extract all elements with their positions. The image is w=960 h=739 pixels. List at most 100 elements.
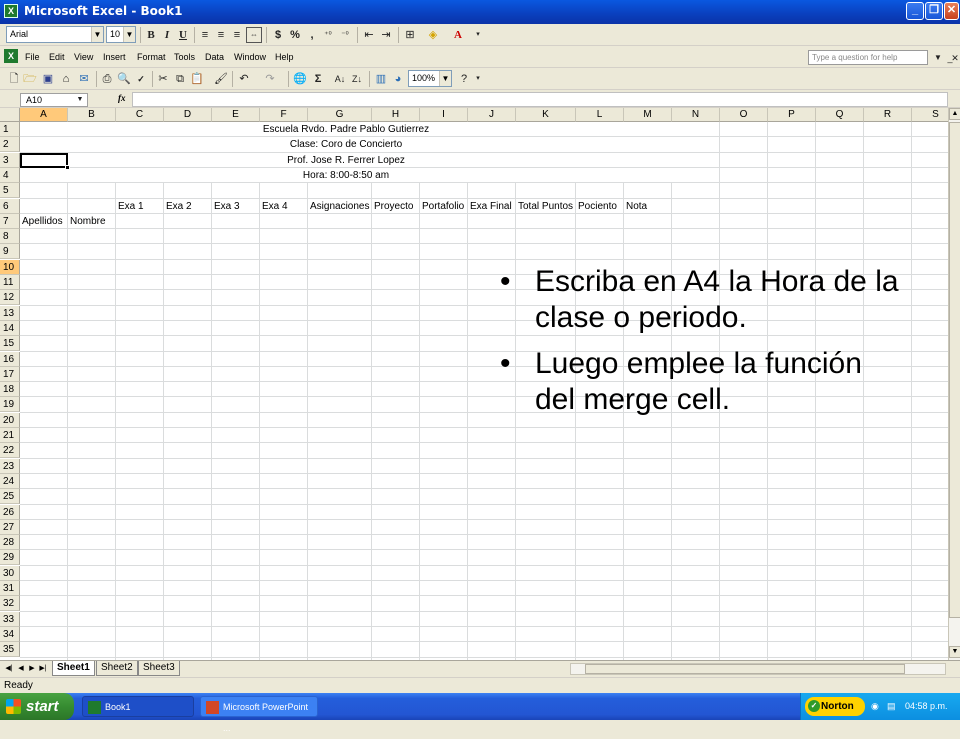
undo-icon[interactable]: ↶	[236, 71, 252, 87]
row-header-15[interactable]: 15	[0, 336, 20, 352]
sheet-tab-sheet2[interactable]: Sheet2	[96, 661, 138, 676]
row-header-27[interactable]: 27	[0, 519, 20, 535]
sheet-tab-sheet3[interactable]: Sheet3	[138, 661, 180, 676]
workbook-icon[interactable]: X	[4, 49, 18, 63]
column-header-s[interactable]: S	[912, 108, 948, 122]
horizontal-scrollbar[interactable]	[570, 663, 946, 675]
italic-button[interactable]: I	[159, 27, 175, 43]
merged-title-cell[interactable]: Clase: Coro de Concierto	[20, 137, 672, 153]
print-preview-icon[interactable]: 🔍	[116, 71, 132, 87]
header-cell[interactable]: Exa 1	[118, 199, 144, 214]
row-header-30[interactable]: 30	[0, 565, 20, 581]
column-header-b[interactable]: B	[68, 108, 116, 122]
minimize-button[interactable]: _	[906, 2, 924, 20]
menu-tools[interactable]: Tools	[174, 52, 195, 62]
font-color-icon[interactable]: A	[450, 27, 466, 43]
menu-edit[interactable]: Edit	[49, 52, 65, 62]
taskbar-item-powerpoint[interactable]: Microsoft PowerPoint ...	[200, 696, 318, 733]
header-cell[interactable]: Total Puntos	[518, 199, 573, 214]
format-painter-icon[interactable]: 🖌	[213, 71, 229, 87]
menu-file[interactable]: File	[25, 52, 40, 62]
chevron-down-icon[interactable]: ▼	[439, 71, 451, 86]
zoom-combo[interactable]: 100% ▼	[408, 70, 452, 87]
print-icon[interactable]: ⎙	[99, 71, 115, 87]
menu-format[interactable]: Format	[137, 52, 166, 62]
save-icon[interactable]: ▣	[40, 71, 56, 87]
header-cell[interactable]: Proyecto	[374, 199, 413, 214]
row-header-1[interactable]: 1	[0, 122, 20, 137]
row-header-16[interactable]: 16	[0, 351, 20, 367]
currency-button[interactable]: $	[270, 27, 286, 43]
column-header-h[interactable]: H	[372, 108, 420, 122]
column-header-g[interactable]: G	[308, 108, 372, 122]
merge-center-icon[interactable]: ⇔	[246, 27, 262, 43]
cut-icon[interactable]: ✂	[155, 71, 171, 87]
first-sheet-icon[interactable]: ◀|	[4, 663, 14, 674]
autosum-icon[interactable]: Σ	[310, 71, 326, 87]
excel-app-icon[interactable]: X	[4, 4, 18, 18]
network-icon[interactable]: ▤	[887, 701, 896, 712]
align-center-icon[interactable]: ≡	[213, 27, 229, 43]
sort-ascending-icon[interactable]: A↓	[332, 71, 348, 87]
menu-help[interactable]: Help	[275, 52, 294, 62]
fill-color-icon[interactable]: ◈	[425, 27, 441, 43]
help-search-input[interactable]: Type a question for help	[808, 50, 928, 65]
column-header-a[interactable]: A	[20, 108, 68, 122]
column-header-n[interactable]: N	[672, 108, 720, 122]
active-cell-a10[interactable]	[20, 153, 70, 170]
column-header-e[interactable]: E	[212, 108, 260, 122]
borders-icon[interactable]: ⊞	[402, 27, 418, 43]
row-header-34[interactable]: 34	[0, 626, 20, 642]
toolbar-options-icon[interactable]: ▾	[470, 27, 486, 43]
row-header-10[interactable]: 10	[0, 259, 20, 275]
next-sheet-icon[interactable]: ▶	[27, 663, 37, 674]
formula-input[interactable]	[132, 92, 948, 107]
header-cell[interactable]: Portafolio	[422, 199, 464, 214]
select-all-button[interactable]	[0, 108, 20, 122]
menu-window[interactable]: Window	[234, 52, 266, 62]
column-header-c[interactable]: C	[116, 108, 164, 122]
row-header-4[interactable]: 4	[0, 167, 20, 183]
horizontal-scroll-thumb[interactable]	[585, 664, 905, 674]
column-header-l[interactable]: L	[576, 108, 624, 122]
row-header-32[interactable]: 32	[0, 596, 20, 612]
header-cell[interactable]: Exa 4	[262, 199, 288, 214]
paste-icon[interactable]: 📋	[189, 71, 205, 87]
spelling-icon[interactable]: ✓	[133, 71, 149, 87]
row-header-9[interactable]: 9	[0, 244, 20, 260]
row-header-7[interactable]: 7	[0, 213, 20, 229]
font-name-combo[interactable]: Arial ▼	[6, 26, 104, 43]
align-right-icon[interactable]: ≡	[229, 27, 245, 43]
column-header-j[interactable]: J	[468, 108, 516, 122]
column-header-o[interactable]: O	[720, 108, 768, 122]
increase-indent-icon[interactable]: ⇥	[378, 27, 394, 43]
start-button[interactable]: start	[0, 693, 74, 720]
row-header-22[interactable]: 22	[0, 443, 20, 459]
row-header-6[interactable]: 6	[0, 198, 20, 214]
header-cell[interactable]: Exa Final	[470, 199, 512, 214]
close-button[interactable]: ✕	[944, 2, 959, 20]
chevron-down-icon[interactable]: ▼	[72, 92, 88, 108]
header-cell[interactable]: Nota	[626, 199, 647, 214]
sort-descending-icon[interactable]: Z↓	[349, 71, 365, 87]
row-header-35[interactable]: 35	[0, 642, 20, 658]
chevron-down-icon[interactable]: ▼	[91, 27, 103, 42]
restore-button[interactable]: ❐	[925, 2, 943, 20]
column-header-p[interactable]: P	[768, 108, 816, 122]
header-cell[interactable]: Nombre	[70, 214, 106, 229]
align-left-icon[interactable]: ≡	[197, 27, 213, 43]
row-header-21[interactable]: 21	[0, 428, 20, 443]
toolbar-options-icon[interactable]: ▾	[470, 71, 486, 87]
row-header-2[interactable]: 2	[0, 137, 20, 153]
column-header-q[interactable]: Q	[816, 108, 864, 122]
chart-wizard-icon[interactable]: ▥	[373, 71, 389, 87]
row-header-14[interactable]: 14	[0, 320, 20, 336]
prev-sheet-icon[interactable]: ◀	[16, 663, 26, 674]
row-header-25[interactable]: 25	[0, 489, 20, 505]
column-header-m[interactable]: M	[624, 108, 672, 122]
header-cell[interactable]: Apellidos	[22, 214, 63, 229]
copy-icon[interactable]: ⧉	[172, 71, 188, 87]
row-header-20[interactable]: 20	[0, 412, 20, 428]
last-sheet-icon[interactable]: ▶|	[38, 663, 48, 674]
decrease-decimal-icon[interactable]: ⁻⁰	[337, 27, 353, 43]
